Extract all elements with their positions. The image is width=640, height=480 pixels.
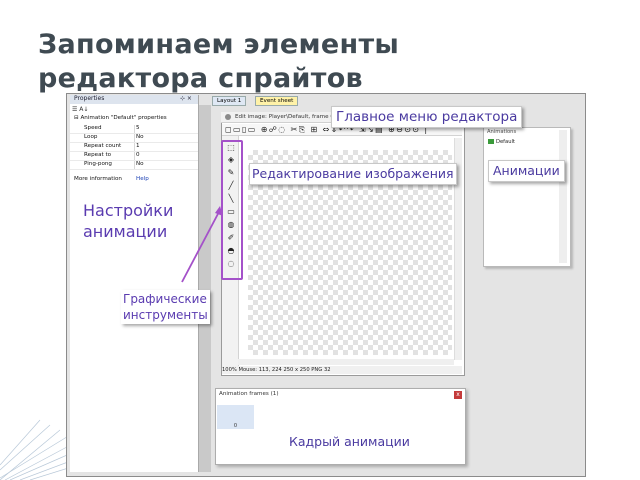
callout-frames: Кадрый анимации (289, 434, 410, 449)
close-icon[interactable]: x (454, 391, 462, 399)
pointer-arrow (181, 206, 223, 283)
label-graphic-tools: Графические инструменты (121, 290, 210, 324)
properties-sort-icon[interactable]: ☰ A↓ (72, 106, 88, 113)
tab-event-sheet[interactable]: Event sheet (255, 96, 299, 106)
animations-scrollbar[interactable] (559, 130, 567, 263)
select-tool-icon[interactable]: ⬚ (226, 143, 236, 153)
frame-thumbnail[interactable]: 0 (217, 405, 254, 429)
property-row[interactable]: Speed 5 (70, 125, 198, 134)
animation-icon (488, 139, 494, 144)
label-animation-settings: Настройки анимации (83, 200, 174, 242)
animation-item-default[interactable]: Default (488, 138, 524, 147)
help-link[interactable]: Help (136, 176, 149, 182)
editor-status-bar: 100% Mouse: 113, 224 250 x 250 PNG 32 (222, 366, 462, 374)
property-row[interactable]: Repeat to 0 (70, 152, 198, 161)
callout-image-editing: Редактирование изображения (249, 163, 457, 185)
properties-category: ⊟ Animation "Default" properties (74, 115, 167, 121)
pencil-tool-icon[interactable]: ✎ (226, 168, 236, 178)
property-row[interactable]: Loop No (70, 134, 198, 143)
animations-panel (483, 127, 571, 267)
callout-animations: Анимации (488, 160, 565, 182)
pin-icon[interactable]: ⊹ × (180, 95, 192, 102)
eraser-tool-icon[interactable]: ◈ (226, 155, 236, 165)
animations-label: Animations (487, 129, 517, 135)
brush-tool-icon[interactable]: ╱ (226, 181, 236, 191)
property-row[interactable]: Repeat count 1 (70, 143, 198, 152)
callout-main-menu: Главное меню редактора (331, 106, 523, 128)
slide-title: Запоминаем элементы редактора спрайтов (38, 28, 598, 96)
properties-title: Properties (74, 95, 105, 102)
slide-title-line1: Запоминаем элементы (38, 29, 400, 60)
image-editor-title: Edit image: Player\Default, frame 0 (235, 114, 334, 120)
property-row[interactable]: Ping-pong No (70, 161, 198, 170)
horizontal-scrollbar[interactable] (238, 359, 454, 365)
frames-panel-title: Animation frames (1) (219, 391, 279, 397)
slide-title-line2: редактора спрайтов (38, 63, 363, 94)
properties-header: Properties ⊹ × (70, 95, 198, 104)
more-info-label: More information (74, 176, 122, 182)
tab-layout-1[interactable]: Layout 1 (212, 96, 247, 106)
editor-app-icon (225, 114, 231, 120)
